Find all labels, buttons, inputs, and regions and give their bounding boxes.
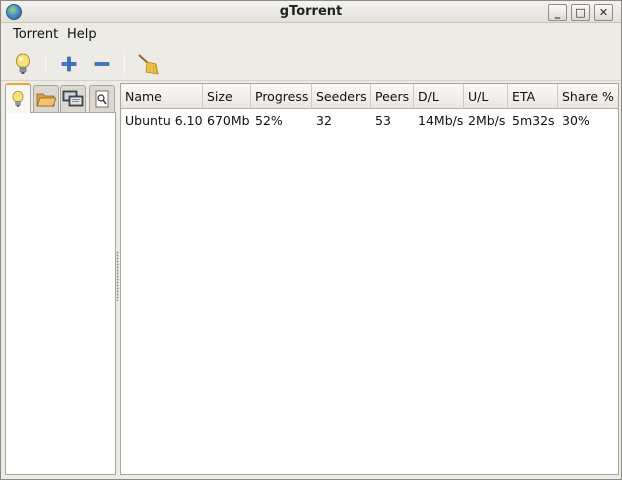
menu-bar: Torrent Help xyxy=(1,24,621,46)
column-header-peers[interactable]: Peers xyxy=(371,84,414,109)
broom-icon xyxy=(138,54,159,75)
cell-download-rate: 14Mb/s xyxy=(418,113,464,128)
table-row[interactable]: Ubuntu 6.10 670Mb 52% 32 53 14Mb/s 2Mb/s… xyxy=(121,110,618,132)
sidebar xyxy=(5,83,116,475)
torrent-table: Name Size Progress Seeders Peers D/L U/L… xyxy=(120,83,619,475)
column-header-progress[interactable]: Progress xyxy=(251,84,312,109)
cell-name: Ubuntu 6.10 xyxy=(125,113,203,128)
column-header-share[interactable]: Share % xyxy=(558,84,618,109)
table-header: Name Size Progress Seeders Peers D/L U/L… xyxy=(121,84,618,109)
lightbulb-button[interactable] xyxy=(10,52,36,76)
minimize-button[interactable]: _ xyxy=(548,4,567,21)
cell-peers: 53 xyxy=(375,113,391,128)
cell-eta: 5m32s xyxy=(512,113,555,128)
cell-upload-rate: 2Mb/s xyxy=(468,113,506,128)
cell-seeders: 32 xyxy=(316,113,332,128)
pane-splitter[interactable] xyxy=(116,251,119,301)
sidebar-panel xyxy=(5,112,116,475)
add-torrent-button[interactable] xyxy=(56,52,82,76)
cell-size: 670Mb xyxy=(207,113,250,128)
tab-files[interactable] xyxy=(33,85,59,112)
remove-torrent-button[interactable] xyxy=(89,52,115,76)
toolbar xyxy=(1,47,621,81)
network-icon xyxy=(62,90,84,107)
window-title: gTorrent xyxy=(279,4,343,19)
menu-torrent[interactable]: Torrent xyxy=(13,27,58,42)
column-header-seeders[interactable]: Seeders xyxy=(312,84,371,109)
toolbar-separator xyxy=(45,54,46,74)
sidebar-tabs xyxy=(5,83,116,113)
column-header-eta[interactable]: ETA xyxy=(508,84,558,109)
remove-icon xyxy=(94,62,110,66)
close-button[interactable]: ✕ xyxy=(594,4,613,21)
title-bar[interactable]: gTorrent _ □ ✕ xyxy=(1,1,621,23)
column-header-name[interactable]: Name xyxy=(121,84,203,109)
column-header-size[interactable]: Size xyxy=(203,84,251,109)
cell-progress: 52% xyxy=(255,113,283,128)
clear-button[interactable] xyxy=(135,52,161,76)
column-header-download[interactable]: D/L xyxy=(414,84,464,109)
maximize-button[interactable]: □ xyxy=(571,4,590,21)
document-search-icon xyxy=(95,90,109,108)
tab-general[interactable] xyxy=(5,83,31,113)
menu-help[interactable]: Help xyxy=(67,27,97,42)
tab-info[interactable] xyxy=(89,85,115,112)
add-icon xyxy=(61,56,77,72)
folder-icon xyxy=(36,93,56,107)
toolbar-separator xyxy=(124,54,125,74)
lightbulb-icon xyxy=(12,90,24,107)
cell-share: 30% xyxy=(562,113,590,128)
app-window: gTorrent _ □ ✕ Torrent Help Name Size Pr… xyxy=(0,0,622,480)
tab-peers[interactable] xyxy=(60,85,86,112)
lightbulb-icon xyxy=(16,53,30,74)
column-header-upload[interactable]: U/L xyxy=(464,84,508,109)
